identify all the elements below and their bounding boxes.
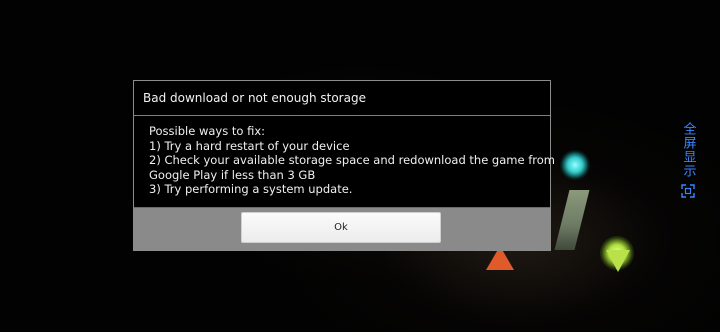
cyan-glow-decoration xyxy=(560,150,590,180)
error-dialog: Bad download or not enough storage Possi… xyxy=(133,80,555,251)
fullscreen-label: 全屏显示 xyxy=(680,122,696,178)
message-line: 2) Check your available storage space an… xyxy=(149,153,555,167)
message-line: Possible ways to fix: xyxy=(149,124,265,138)
fullscreen-toggle[interactable]: 全屏显示 xyxy=(676,122,700,212)
expand-icon xyxy=(681,184,695,198)
dialog-button-bar: Ok xyxy=(134,207,550,250)
message-line: 1) Try a hard restart of your device xyxy=(149,138,350,153)
message-line: 3) Try performing a system update. xyxy=(149,182,353,196)
message-line: Google Play if less than 3 GB xyxy=(149,167,316,182)
dialog-message: Possible ways to fix: 1) Try a hard rest… xyxy=(134,116,555,197)
ok-button[interactable]: Ok xyxy=(241,212,441,243)
dialog-title: Bad download or not enough storage xyxy=(134,81,550,116)
logo-pillar-decoration xyxy=(554,190,590,250)
green-triangle-decoration xyxy=(606,250,630,272)
